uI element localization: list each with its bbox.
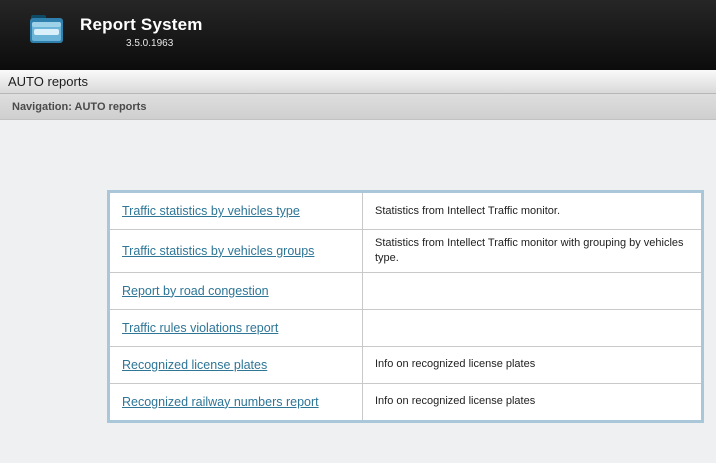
report-link[interactable]: Traffic rules violations report [122,321,278,335]
report-link[interactable]: Traffic statistics by vehicles type [122,204,300,218]
breadcrumb: Navigation: AUTO reports [0,94,716,120]
report-description-cell: Statistics from Intellect Traffic monito… [363,193,701,229]
section-bar: AUTO reports [0,70,716,94]
app-title: Report System [80,15,203,35]
reports-table: Traffic statistics by vehicles type Stat… [107,190,704,423]
report-description-cell [363,273,701,309]
report-link[interactable]: Recognized license plates [122,358,267,372]
table-row: Traffic rules violations report [110,310,701,347]
report-link-cell: Traffic statistics by vehicles type [110,193,363,229]
report-link[interactable]: Recognized railway numbers report [122,395,319,409]
title-block: Report System 3.5.0.1963 [80,9,203,49]
report-description: Statistics from Intellect Traffic monito… [375,204,560,219]
app-version: 3.5.0.1963 [126,38,203,49]
table-row: Traffic statistics by vehicles type Stat… [110,193,701,230]
report-link[interactable]: Report by road congestion [122,284,269,298]
table-row: Recognized railway numbers report Info o… [110,384,701,420]
report-description: Statistics from Intellect Traffic monito… [375,236,691,266]
report-description-cell: Info on recognized license plates [363,347,701,383]
report-link-cell: Traffic statistics by vehicles groups [110,230,363,272]
report-link-cell: Recognized railway numbers report [110,384,363,420]
section-label: AUTO reports [8,74,88,89]
report-description-cell [363,310,701,346]
report-link-cell: Traffic rules violations report [110,310,363,346]
breadcrumb-label: Navigation: AUTO reports [12,101,146,113]
report-description-cell: Info on recognized license plates [363,384,701,420]
report-link[interactable]: Traffic statistics by vehicles groups [122,244,314,258]
report-link-cell: Report by road congestion [110,273,363,309]
app-header: Report System 3.5.0.1963 [0,0,716,70]
folder-icon [26,9,66,49]
report-link-cell: Recognized license plates [110,347,363,383]
content-area: Traffic statistics by vehicles type Stat… [0,120,716,423]
report-description: Info on recognized license plates [375,357,535,372]
table-row: Recognized license plates Info on recogn… [110,347,701,384]
table-row: Report by road congestion [110,273,701,310]
report-description-cell: Statistics from Intellect Traffic monito… [363,230,701,272]
table-row: Traffic statistics by vehicles groups St… [110,230,701,273]
report-description: Info on recognized license plates [375,394,535,409]
